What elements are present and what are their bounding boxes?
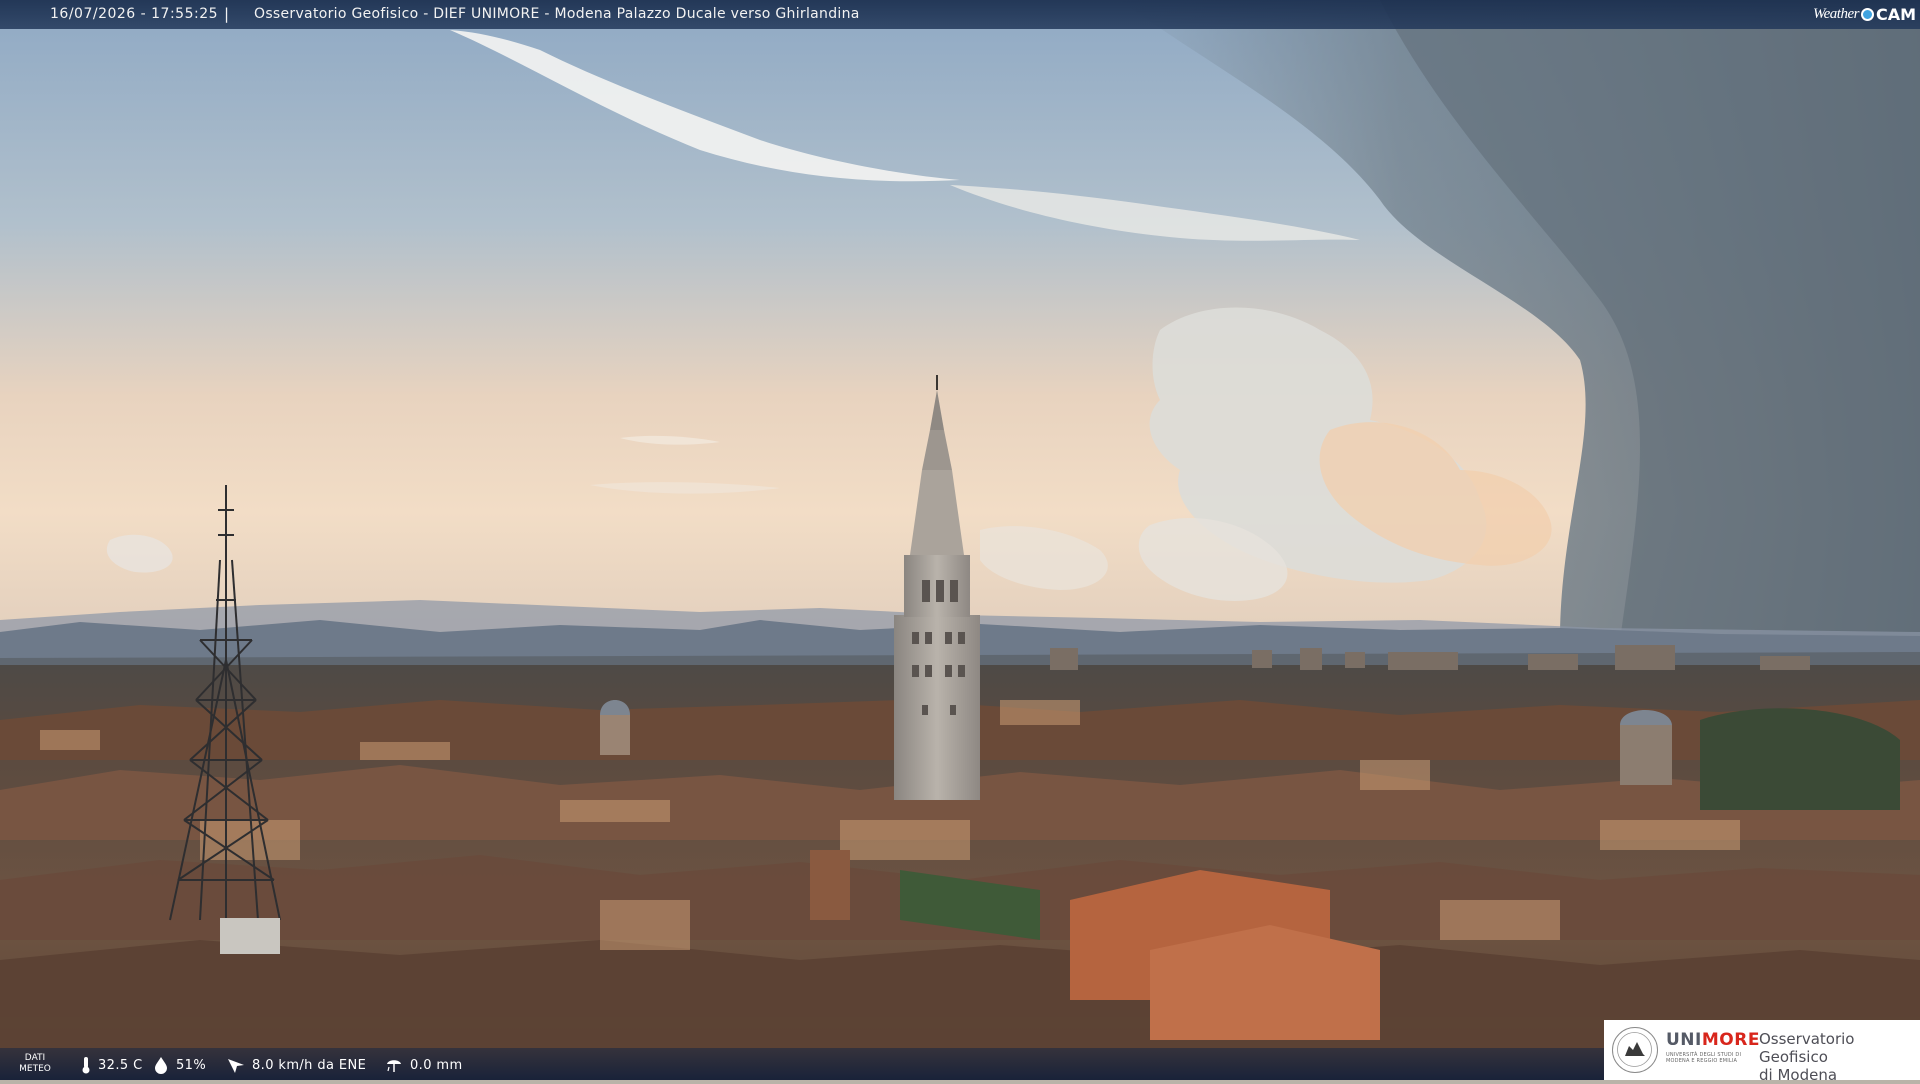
meteo-label: DATI METEO	[18, 1053, 52, 1075]
unimore-part1: UNI	[1666, 1030, 1702, 1050]
timestamp: 16/07/2026 - 17:55:25	[50, 6, 219, 22]
brand-text: Weather	[1813, 5, 1859, 22]
rain-reading: 0.0 mm	[384, 1056, 463, 1074]
webcam-scene	[0, 0, 1920, 1080]
humidity-drop-icon	[155, 1057, 167, 1074]
humidity-value: 51%	[176, 1057, 207, 1073]
wind-value: 8.0 km/h da ENE	[252, 1057, 367, 1073]
rain-value: 0.0 mm	[410, 1057, 463, 1073]
wind-direction-icon	[228, 1059, 244, 1073]
observatory-line1: Osservatorio Geofisico	[1759, 1030, 1855, 1066]
brand-suffix: CAM	[1875, 4, 1916, 24]
header-separator: |	[224, 5, 230, 23]
observatory-name: Osservatorio Geofisico di Modena	[1759, 1030, 1920, 1084]
unimore-logo-panel: UNIMORE UNIVERSITÀ DEGLI STUDI DI MODENA…	[1604, 1020, 1920, 1084]
camera-title: Osservatorio Geofisico - DIEF UNIMORE - …	[254, 6, 860, 22]
unimore-part2: MORE	[1701, 1030, 1760, 1050]
header-bar: 16/07/2026 - 17:55:25 | Osservatorio Geo…	[0, 0, 1920, 29]
observatory-line2: di Modena	[1759, 1066, 1838, 1084]
brand-dot-icon	[1860, 7, 1874, 21]
humidity-reading: 51%	[152, 1056, 206, 1074]
unimore-subtitle: UNIVERSITÀ DEGLI STUDI DI MODENA E REGGI…	[1666, 1052, 1742, 1064]
thermometer-icon	[82, 1057, 90, 1074]
rain-gauge-icon	[387, 1060, 401, 1072]
wind-reading: 8.0 km/h da ENE	[226, 1056, 366, 1074]
university-seal-icon	[1612, 1027, 1658, 1073]
meteo-label-line1: DATI	[24, 1053, 46, 1063]
weathercam-logo: Weather CAM	[1813, 3, 1916, 25]
temperature-value: 32.5 C	[98, 1057, 143, 1073]
unimore-wordmark: UNIMORE	[1666, 1030, 1760, 1050]
temperature-reading: 32.5 C	[80, 1056, 143, 1074]
meteo-label-line2: METEO	[19, 1064, 51, 1074]
